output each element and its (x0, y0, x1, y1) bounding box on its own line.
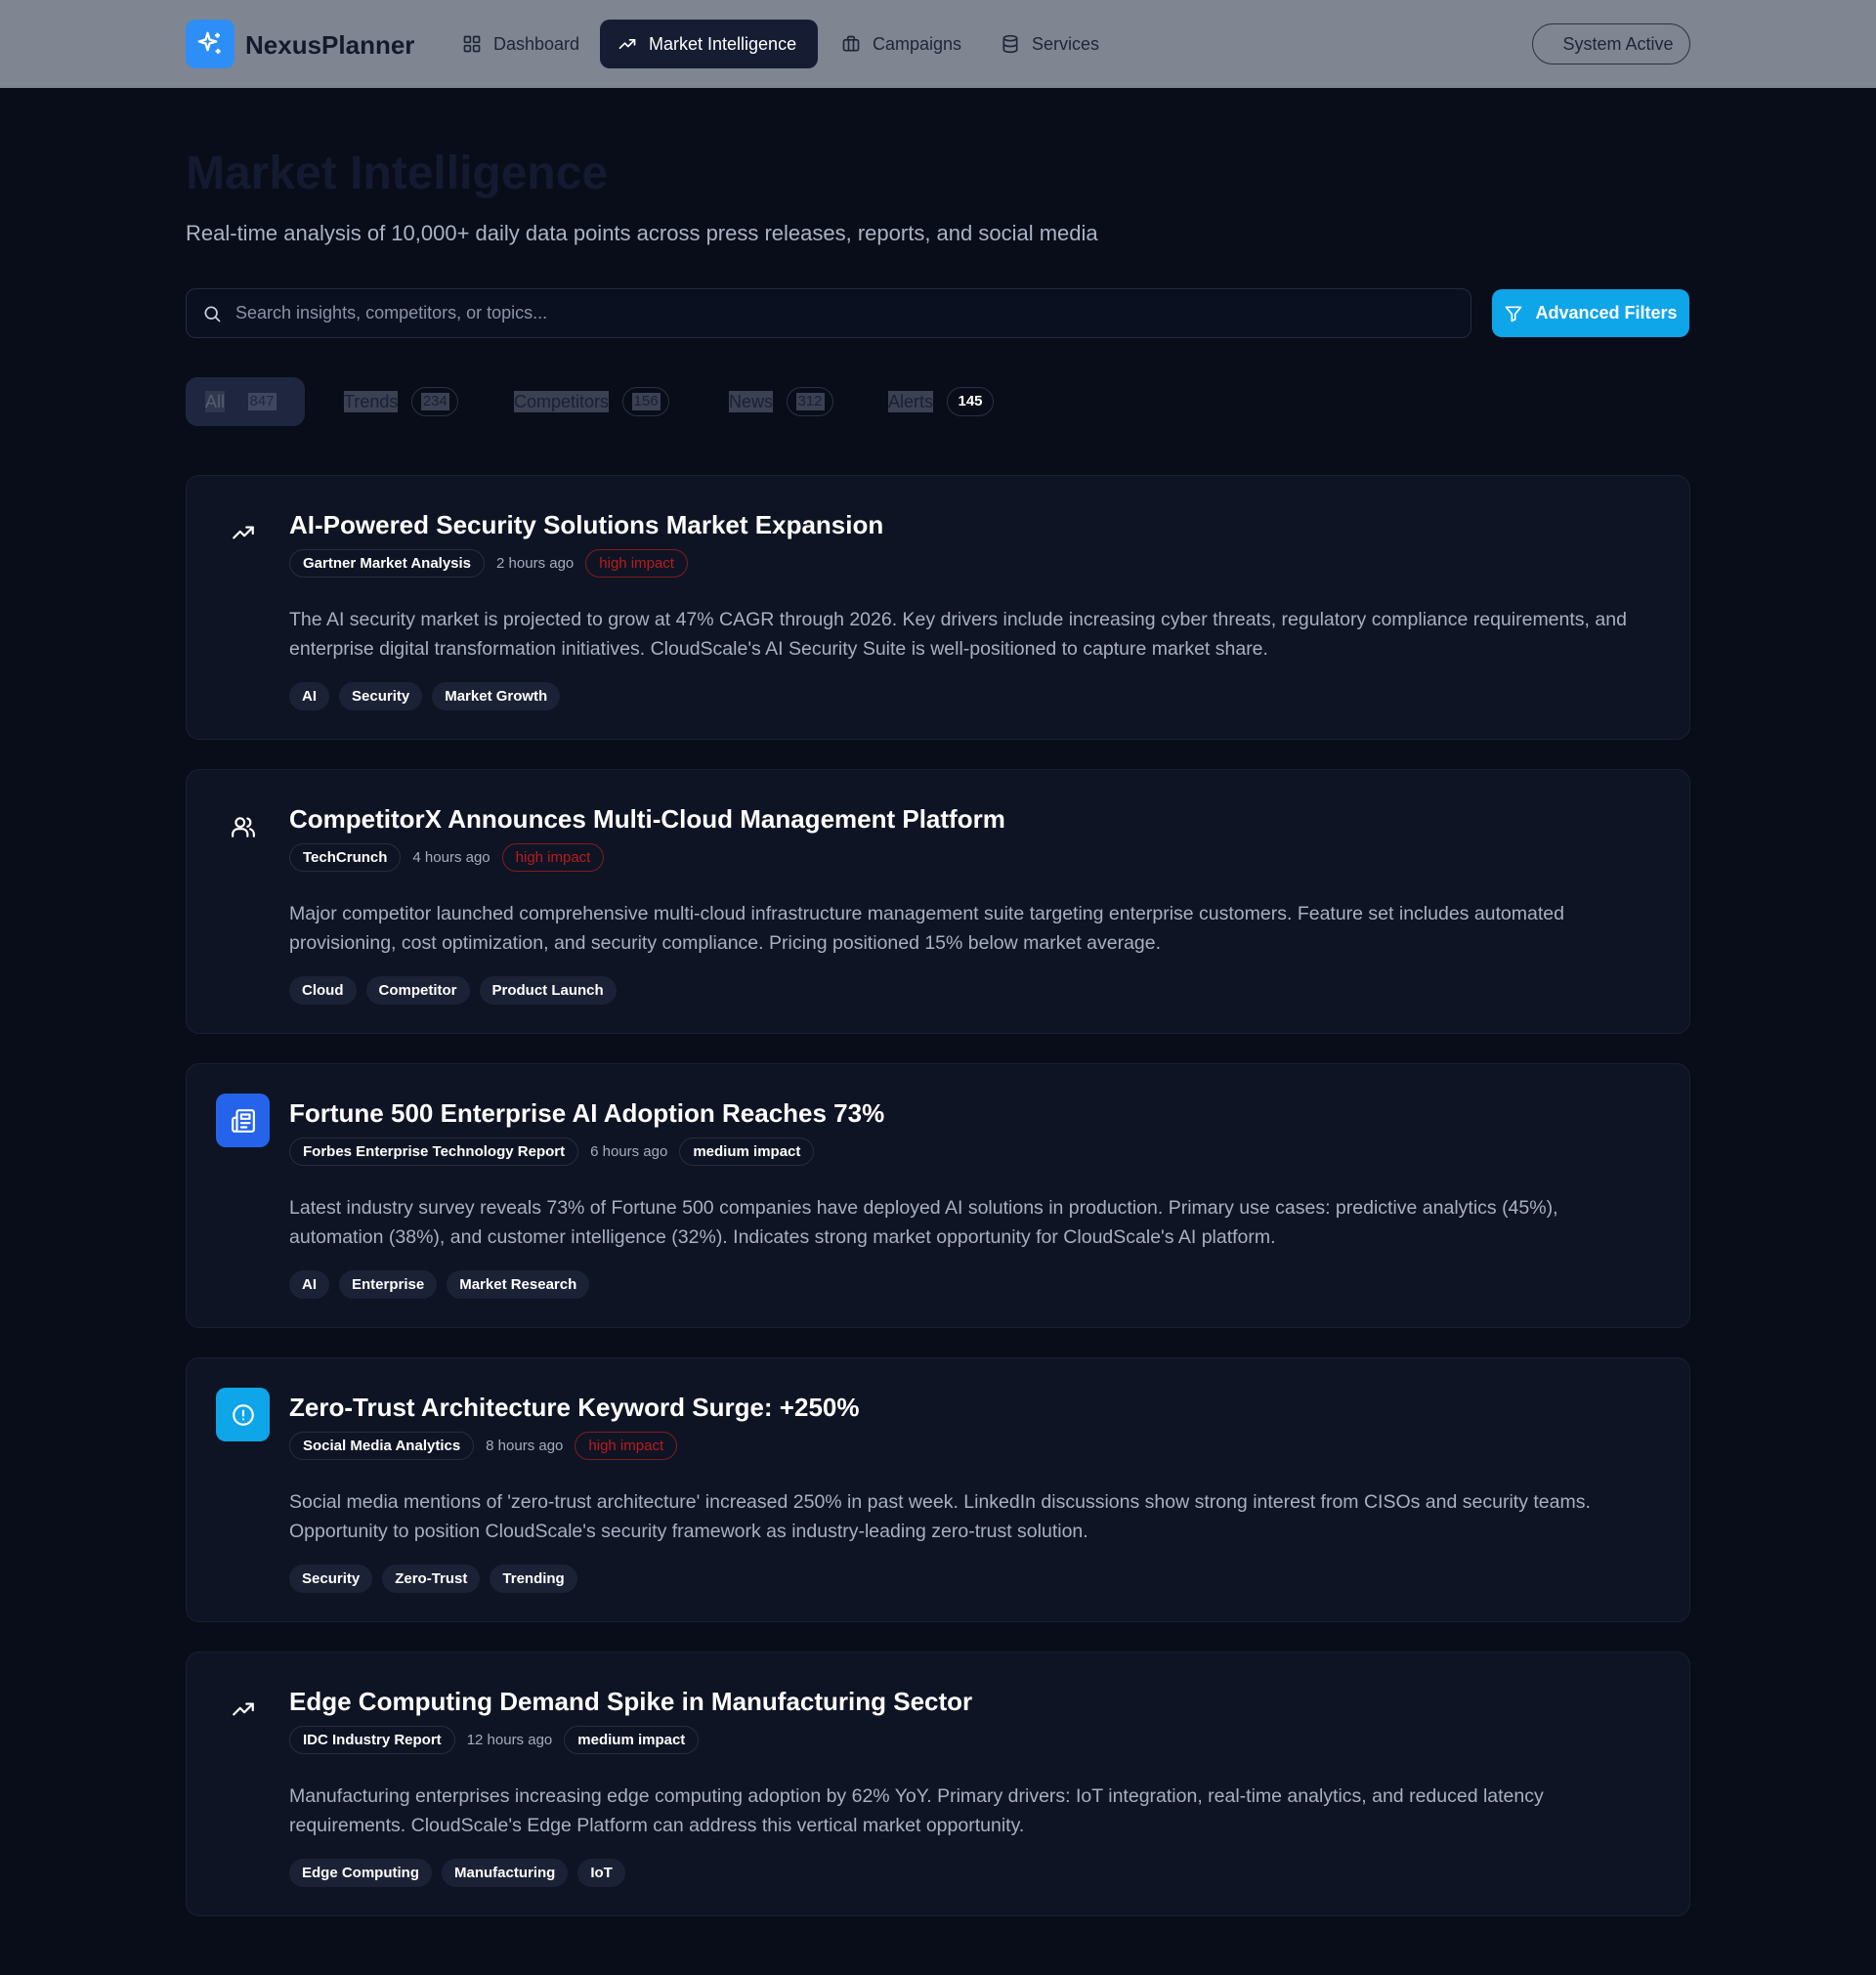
briefcase-icon (842, 35, 860, 52)
tab-news-count: 312 (787, 387, 834, 416)
advanced-filters-label: Advanced Filters (1535, 303, 1678, 322)
nav-dashboard-label: Dashboard (493, 33, 580, 54)
timestamp: 2 hours ago (496, 555, 575, 572)
tab-competitors[interactable]: Competitors 156 (494, 377, 689, 426)
trending-up-icon (216, 1682, 270, 1736)
nav-dashboard[interactable]: Dashboard (445, 20, 597, 68)
tag-list: AI Enterprise Market Research (289, 1270, 590, 1299)
insight-title: CompetitorX Announces Multi-Cloud Manage… (289, 804, 1005, 834)
source-badge: Forbes Enterprise Technology Report (289, 1138, 579, 1166)
tab-all-label: All (205, 391, 226, 412)
tab-news-label: News (729, 391, 774, 412)
tag[interactable]: Competitor (365, 976, 470, 1005)
tab-competitors-label: Competitors (514, 391, 610, 412)
newspaper-icon (216, 1094, 270, 1147)
filter-icon (1506, 306, 1522, 322)
tag[interactable]: AI (289, 1270, 329, 1299)
impact-badge: medium impact (564, 1726, 700, 1754)
tab-news[interactable]: News 312 (709, 377, 853, 426)
nav-campaigns[interactable]: Campaigns (824, 20, 979, 68)
insight-description: Latest industry survey reveals 73% of Fo… (289, 1197, 1558, 1248)
tag-list: Cloud Competitor Product Launch (289, 976, 617, 1005)
insight-meta: Forbes Enterprise Technology Report 6 ho… (289, 1138, 815, 1166)
tab-all[interactable]: All 847 (186, 377, 306, 426)
insight-description: Social media mentions of 'zero-trust arc… (289, 1491, 1591, 1542)
search-bar (186, 288, 1471, 338)
tag[interactable]: Trending (490, 1565, 577, 1593)
tag[interactable]: Zero-Trust (382, 1565, 481, 1593)
impact-badge: high impact (575, 1432, 678, 1460)
tab-trends[interactable]: Trends 234 (324, 377, 478, 426)
system-status-badge: System Active (1532, 23, 1690, 64)
source-badge: Gartner Market Analysis (289, 549, 486, 578)
tab-alerts-label: Alerts (888, 391, 934, 412)
page-subtitle: Real-time analysis of 10,000+ daily data… (186, 221, 1098, 245)
tab-trends-count: 234 (411, 387, 459, 416)
database-icon (1002, 34, 1018, 54)
tag[interactable]: Market Growth (432, 682, 561, 710)
nav-services[interactable]: Services (983, 20, 1117, 68)
brand-name[interactable]: NexusPlanner (245, 29, 414, 61)
tab-competitors-count: 156 (622, 387, 670, 416)
tag[interactable]: Enterprise (339, 1270, 438, 1299)
tab-all-count: 847 (247, 393, 277, 410)
tag[interactable]: AI (289, 682, 329, 710)
insight-meta: IDC Industry Report 12 hours ago medium … (289, 1726, 700, 1754)
nav-market-intelligence-label: Market Intelligence (649, 33, 797, 54)
users-icon (216, 799, 270, 853)
tab-alerts-count: 145 (947, 387, 995, 416)
insight-description: Major competitor launched comprehensive … (289, 903, 1564, 954)
search-icon (204, 306, 221, 322)
insight-description: The AI security market is projected to g… (289, 609, 1627, 660)
tab-alerts[interactable]: Alerts 145 (869, 377, 1013, 426)
tag[interactable]: Edge Computing (289, 1859, 432, 1887)
impact-badge: medium impact (679, 1138, 815, 1166)
source-badge: Social Media Analytics (289, 1432, 475, 1460)
impact-badge: high impact (585, 549, 688, 578)
insight-meta: Gartner Market Analysis 2 hours ago high… (289, 549, 688, 578)
tag[interactable]: Cloud (289, 976, 357, 1005)
impact-badge: high impact (501, 843, 605, 872)
insight-title: AI-Powered Security Solutions Market Exp… (289, 510, 884, 539)
tab-trends-label: Trends (344, 391, 399, 412)
timestamp: 6 hours ago (590, 1143, 668, 1160)
insight-title: Edge Computing Demand Spike in Manufactu… (289, 1687, 973, 1716)
trending-up-icon (216, 505, 270, 559)
nav-services-label: Services (1032, 33, 1100, 54)
tag[interactable]: Security (289, 1565, 373, 1593)
source-badge: TechCrunch (289, 843, 402, 872)
tag[interactable]: Security (339, 682, 423, 710)
tag[interactable]: Manufacturing (442, 1859, 569, 1887)
top-navigation-bar: NexusPlanner Dashboard Market Intelligen… (0, 0, 1876, 88)
tag[interactable]: Product Launch (479, 976, 617, 1005)
advanced-filters-button[interactable]: Advanced Filters (1492, 289, 1689, 337)
insight-card[interactable]: Edge Computing Demand Spike in Manufactu… (186, 1652, 1690, 1916)
source-badge: IDC Industry Report (289, 1726, 455, 1754)
insight-description: Manufacturing enterprises increasing edg… (289, 1785, 1544, 1836)
tag-list: Edge Computing Manufacturing IoT (289, 1859, 625, 1887)
insight-meta: TechCrunch 4 hours ago high impact (289, 843, 605, 872)
grid-icon (463, 35, 481, 53)
insight-card[interactable]: AI-Powered Security Solutions Market Exp… (186, 475, 1690, 740)
tag[interactable]: Market Research (447, 1270, 590, 1299)
tag-list: AI Security Market Growth (289, 682, 561, 710)
insight-card[interactable]: Fortune 500 Enterprise AI Adoption Reach… (186, 1063, 1690, 1328)
nav-campaigns-label: Campaigns (873, 33, 962, 54)
insight-meta: Social Media Analytics 8 hours ago high … (289, 1432, 678, 1460)
trending-up-icon (618, 39, 636, 50)
insight-card[interactable]: CompetitorX Announces Multi-Cloud Manage… (186, 769, 1690, 1034)
sparkle-icon[interactable] (186, 20, 234, 68)
insight-card[interactable]: Zero-Trust Architecture Keyword Surge: +… (186, 1357, 1690, 1622)
alert-circle-icon (216, 1388, 270, 1441)
search-input[interactable] (235, 303, 1471, 323)
nav-market-intelligence[interactable]: Market Intelligence (600, 20, 818, 68)
insight-title: Zero-Trust Architecture Keyword Surge: +… (289, 1393, 860, 1422)
page-title: Market Intelligence (186, 148, 609, 199)
tag-list: Security Zero-Trust Trending (289, 1565, 577, 1593)
insight-title: Fortune 500 Enterprise AI Adoption Reach… (289, 1098, 885, 1128)
timestamp: 8 hours ago (486, 1438, 564, 1454)
timestamp: 4 hours ago (412, 849, 490, 866)
timestamp: 12 hours ago (466, 1732, 553, 1748)
tag[interactable]: IoT (577, 1859, 625, 1887)
